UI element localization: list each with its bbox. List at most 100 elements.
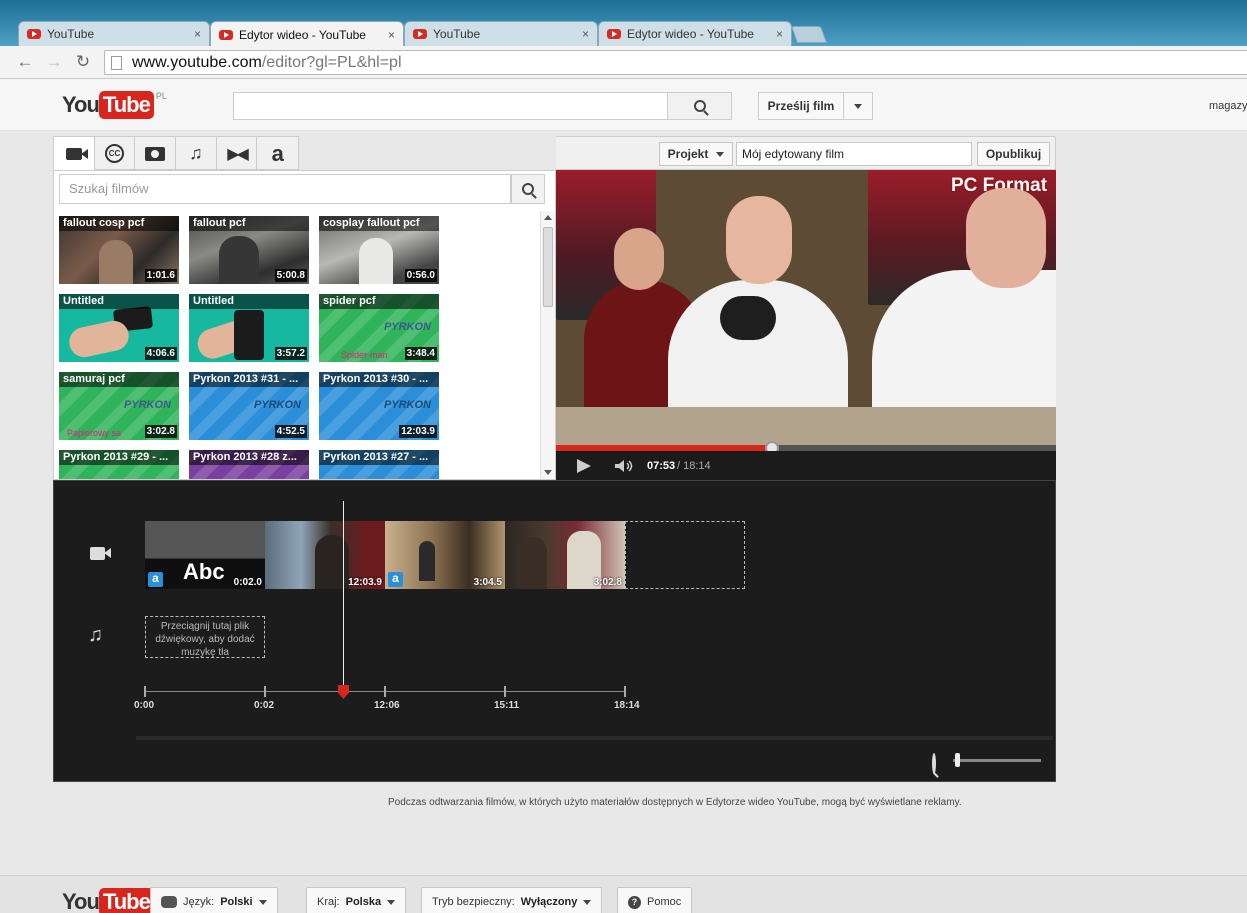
zoom-slider[interactable] bbox=[953, 759, 1041, 762]
transitions-icon: ▶◀ bbox=[227, 145, 249, 163]
upload-button[interactable]: Prześlij film bbox=[758, 92, 844, 120]
play-icon[interactable] bbox=[577, 459, 591, 473]
library-search-button[interactable] bbox=[511, 174, 545, 204]
timeline-clip[interactable]: a 3:04.5 bbox=[385, 521, 505, 589]
forward-arrow-icon[interactable]: → bbox=[44, 52, 64, 72]
tab-captions[interactable]: CC bbox=[95, 137, 136, 170]
tab-video[interactable] bbox=[54, 137, 95, 170]
video-camera-icon bbox=[65, 147, 88, 160]
browser-tab[interactable]: YouTube × bbox=[18, 21, 210, 46]
ruler-tick-label: 18:14 bbox=[614, 700, 640, 711]
video-frame[interactable]: PC Format bbox=[556, 170, 1056, 445]
url-host: www.youtube.com bbox=[132, 53, 262, 71]
reload-icon[interactable]: ↻ bbox=[73, 52, 93, 72]
tab-title: Edytor wideo - YouTube bbox=[627, 27, 754, 41]
video-duration: 4:52.5 bbox=[274, 425, 307, 438]
library-video[interactable]: cosplay fallout pcf 0:56.0 bbox=[319, 216, 439, 284]
library-video[interactable]: fallout cosp pcf 1:01.6 bbox=[59, 216, 179, 284]
total-time: / 18:14 bbox=[677, 460, 711, 472]
pyrkon-watermark: PYRKON bbox=[123, 399, 171, 411]
timeline-clip[interactable]: 12:03.9 bbox=[265, 521, 385, 589]
playhead-handle[interactable] bbox=[338, 685, 349, 699]
project-menu-button[interactable]: Projekt bbox=[659, 142, 733, 166]
library-video[interactable]: Pyrkon 2013 #29 - ... bbox=[59, 450, 179, 479]
new-tab-button[interactable] bbox=[790, 26, 828, 43]
language-icon bbox=[161, 896, 177, 908]
tab-close-icon[interactable]: × bbox=[776, 27, 783, 41]
safety-mode-button[interactable]: Tryb bezpieczny: Wyłączony bbox=[421, 887, 603, 913]
language-button[interactable]: Język: Polski bbox=[150, 887, 278, 913]
clip-duration: 3:02.8 bbox=[593, 577, 622, 588]
zoom-slider-handle[interactable] bbox=[954, 753, 960, 767]
ruler-tick bbox=[504, 686, 506, 697]
scroll-down-icon[interactable] bbox=[544, 470, 552, 475]
search-icon bbox=[693, 100, 706, 112]
country-value: Polska bbox=[345, 896, 382, 908]
address-bar[interactable]: www.youtube.com /editor?gl=PL&hl=pl bbox=[104, 50, 1247, 75]
timeline-clip[interactable]: 3:02.8 bbox=[505, 521, 625, 589]
library-video[interactable]: PYRKON Spider-man spider pcf 3:48.4 bbox=[319, 294, 439, 362]
tab-close-icon[interactable]: × bbox=[388, 28, 395, 42]
publish-button[interactable]: Opublikuj bbox=[977, 142, 1050, 166]
library-video[interactable]: PYRKON Papierowy sa samuraj pcf 3:02.8 bbox=[59, 372, 179, 440]
scrollbar-thumb[interactable] bbox=[543, 227, 553, 307]
music-track-icon: ♫ bbox=[88, 624, 103, 646]
user-name[interactable]: magazy bbox=[1209, 100, 1247, 112]
search-input[interactable] bbox=[233, 92, 668, 120]
library-video[interactable]: Pyrkon 2013 #27 - ... bbox=[319, 450, 439, 479]
upload-menu-button[interactable] bbox=[843, 92, 873, 120]
person-center-head bbox=[726, 196, 792, 284]
library-video[interactable]: Pyrkon 2013 #28 z... bbox=[189, 450, 309, 479]
thumb-figure bbox=[99, 240, 133, 284]
timeline-scrollbar[interactable] bbox=[136, 736, 1053, 740]
youtube-logo[interactable]: You Tube PL bbox=[62, 91, 167, 119]
project-name-input[interactable]: Mój edytowany film bbox=[736, 142, 972, 166]
player-controls: 07:53 / 18:14 bbox=[556, 451, 1056, 480]
timeline-clip-title[interactable]: Abc a 0:02.0 bbox=[145, 521, 265, 589]
chevron-down-icon bbox=[258, 899, 267, 905]
footer-youtube-logo[interactable]: You Tube bbox=[62, 888, 154, 913]
browser-tab[interactable]: Edytor wideo - YouTube × bbox=[598, 21, 792, 46]
video-title: Pyrkon 2013 #31 - ... bbox=[189, 372, 309, 387]
library-video[interactable]: fallout pcf 5:00.8 bbox=[189, 216, 309, 284]
ruler-tick-label: 15:11 bbox=[494, 700, 520, 711]
back-arrow-icon[interactable]: ← bbox=[15, 52, 35, 72]
library-video[interactable]: Untitled 3:57.2 bbox=[189, 294, 309, 362]
tab-transitions[interactable]: ▶◀ bbox=[217, 137, 258, 170]
language-value: Polski bbox=[220, 896, 253, 908]
browser-tab[interactable]: YouTube × bbox=[404, 21, 598, 46]
video-duration: 3:02.8 bbox=[144, 425, 177, 438]
browser-tab-active[interactable]: Edytor wideo - YouTube × bbox=[210, 21, 404, 47]
country-button[interactable]: Kraj: Polska bbox=[306, 887, 407, 913]
tab-audio[interactable]: ♫ bbox=[176, 137, 217, 170]
video-title: Untitled bbox=[189, 294, 309, 309]
editor-tool-tabs: CC ♫ ▶◀ a bbox=[53, 136, 299, 170]
safety-value: Wyłączony bbox=[520, 896, 578, 908]
library-search-input[interactable]: Szukaj filmów bbox=[59, 174, 511, 204]
video-duration: 3:57.2 bbox=[274, 347, 307, 360]
video-title: Pyrkon 2013 #30 - ... bbox=[319, 372, 439, 387]
logo-tube: Tube bbox=[98, 91, 154, 119]
video-drop-zone[interactable] bbox=[625, 521, 745, 589]
youtube-header: You Tube PL Prześlij film magazy bbox=[0, 79, 1247, 131]
scroll-up-icon[interactable] bbox=[544, 215, 552, 220]
search-button[interactable] bbox=[667, 92, 732, 120]
chevron-down-icon bbox=[387, 899, 396, 905]
video-duration: 12:03.9 bbox=[399, 425, 437, 438]
help-button[interactable]: ? Pomoc bbox=[617, 887, 693, 913]
text-badge-icon: a bbox=[388, 572, 403, 587]
library-video[interactable]: PYRKON Pyrkon 2013 #30 - ... 12:03.9 bbox=[319, 372, 439, 440]
library-video[interactable]: PYRKON Pyrkon 2013 #31 - ... 4:52.5 bbox=[189, 372, 309, 440]
library-video[interactable]: Untitled 4:06.6 bbox=[59, 294, 179, 362]
audio-drop-zone[interactable]: Przeciągnij tutaj plik dźwiękowy, aby do… bbox=[145, 616, 265, 658]
youtube-favicon-icon bbox=[413, 29, 427, 39]
search-icon bbox=[522, 183, 534, 195]
tab-text[interactable]: a bbox=[257, 137, 298, 170]
tab-close-icon[interactable]: × bbox=[582, 27, 589, 41]
youtube-favicon-icon bbox=[27, 29, 41, 39]
volume-icon[interactable] bbox=[615, 460, 635, 472]
library-scrollbar[interactable] bbox=[540, 211, 555, 479]
tab-photos[interactable] bbox=[135, 137, 177, 170]
tab-close-icon[interactable]: × bbox=[194, 27, 201, 41]
chevron-down-icon bbox=[583, 899, 592, 905]
